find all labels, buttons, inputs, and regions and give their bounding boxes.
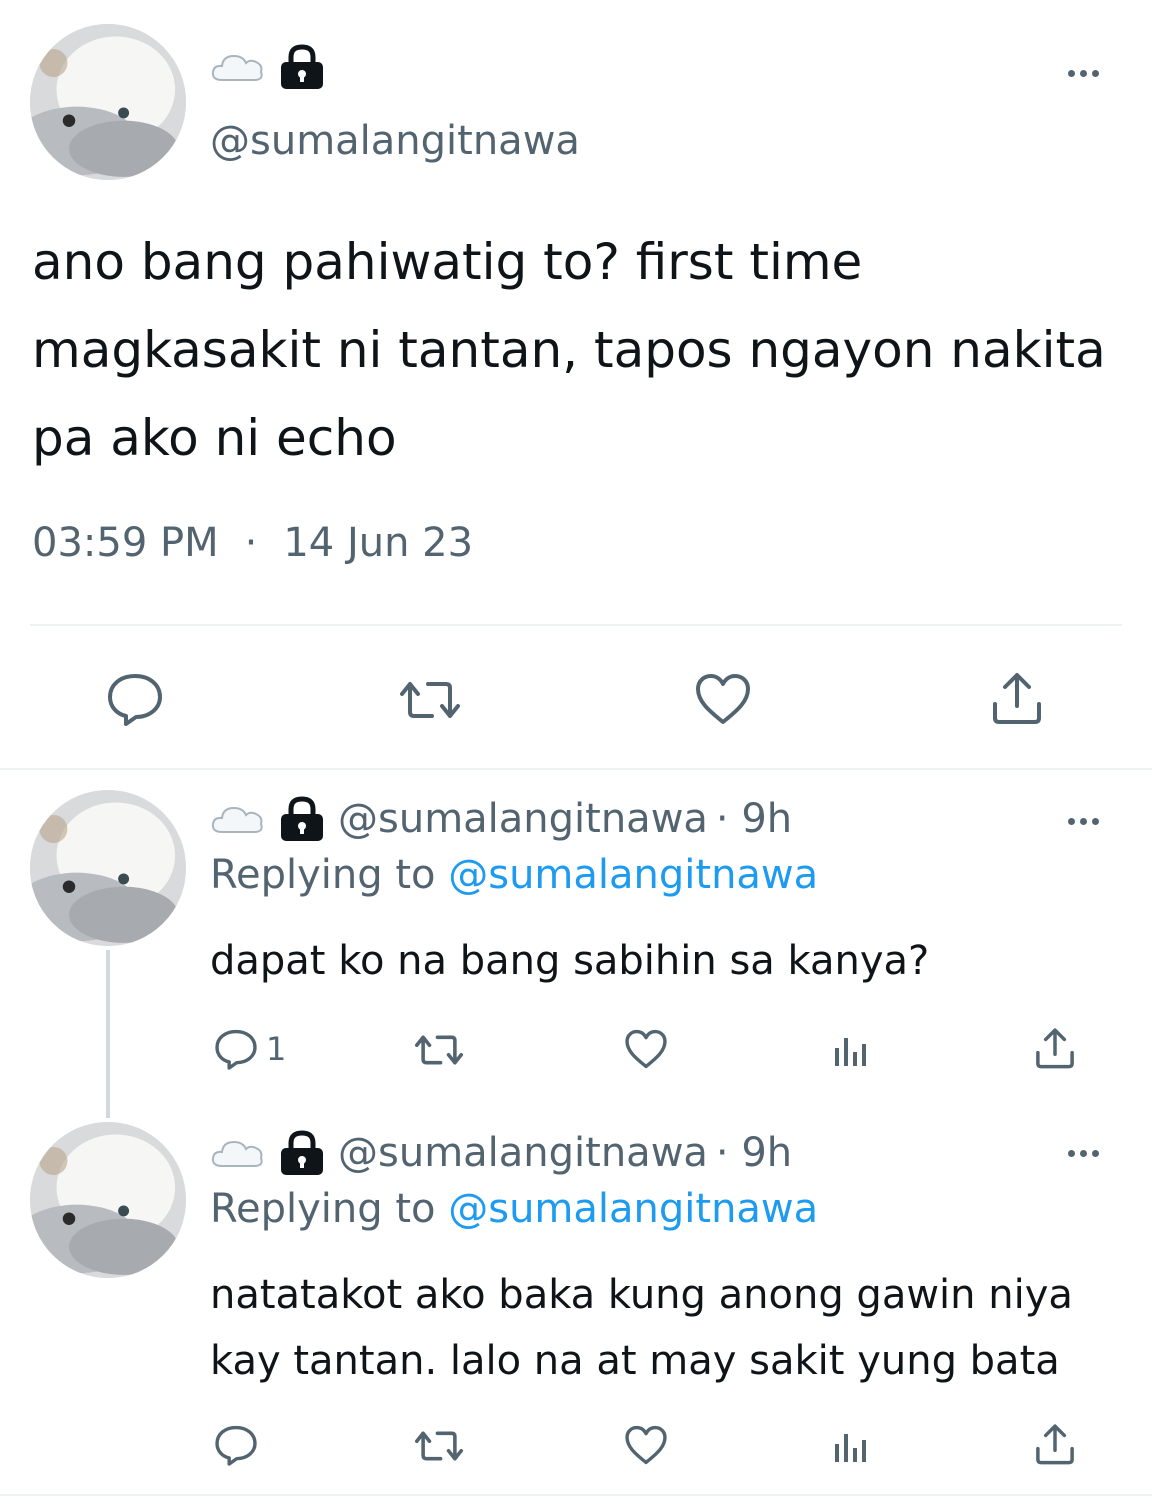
reply-button[interactable] xyxy=(214,1424,266,1466)
retweet-button[interactable] xyxy=(412,1428,466,1464)
replying-to: Replying to @sumalangitnawa xyxy=(210,852,818,898)
replying-prefix: Replying to xyxy=(210,852,436,898)
dog-avatar-image xyxy=(30,24,186,180)
views-button[interactable] xyxy=(832,1030,870,1068)
avatar[interactable] xyxy=(30,1122,186,1278)
reply-text: natatakot ako baka kung anong gawin niya… xyxy=(210,1272,1086,1384)
cloud-icon xyxy=(210,802,266,836)
reply-handle[interactable]: @sumalangitnawa xyxy=(338,1130,708,1176)
share-button[interactable] xyxy=(990,670,1044,726)
reply-icon xyxy=(215,1029,257,1070)
tweet-timestamp[interactable]: 03:59 PM · 14 Jun 23 xyxy=(32,520,473,566)
section-divider xyxy=(0,768,1152,770)
retweet-button[interactable] xyxy=(396,678,464,722)
divider xyxy=(30,624,1122,626)
more-icon[interactable] xyxy=(1068,70,1099,77)
share-button[interactable] xyxy=(1034,1026,1076,1070)
like-button[interactable] xyxy=(694,672,752,726)
like-icon xyxy=(625,1425,667,1465)
avatar[interactable] xyxy=(30,790,186,946)
reply-button[interactable]: 1 xyxy=(214,1028,286,1070)
replying-to: Replying to @sumalangitnawa xyxy=(210,1186,818,1232)
tweet-time: 03:59 PM xyxy=(32,520,219,566)
retweet-icon xyxy=(400,682,460,718)
reply-header: @sumalangitnawa · 9h xyxy=(210,796,792,842)
share-button[interactable] xyxy=(1034,1422,1076,1466)
views-button[interactable] xyxy=(832,1426,870,1464)
analytics-icon xyxy=(835,1038,866,1066)
share-icon xyxy=(1036,1028,1074,1069)
retweet-icon xyxy=(414,1035,464,1065)
reply-button[interactable] xyxy=(106,672,164,726)
replying-prefix: Replying to xyxy=(210,1186,436,1232)
avatar[interactable] xyxy=(30,24,186,180)
analytics-icon xyxy=(835,1434,866,1462)
retweet-icon xyxy=(414,1431,464,1461)
like-button[interactable] xyxy=(624,1424,668,1466)
like-button[interactable] xyxy=(624,1028,668,1070)
timestamp-separator: · xyxy=(244,520,258,566)
like-icon xyxy=(696,674,750,724)
retweet-button[interactable] xyxy=(412,1032,466,1068)
share-icon xyxy=(993,673,1041,724)
reply-icon xyxy=(215,1425,257,1466)
reply-icon xyxy=(108,674,162,726)
reply-handle[interactable]: @sumalangitnawa xyxy=(338,796,708,842)
reply-text: dapat ko na bang sabihin sa kanya? xyxy=(210,938,930,984)
dog-avatar-image xyxy=(30,790,186,946)
cloud-icon xyxy=(210,50,266,84)
reply-age: · 9h xyxy=(715,796,793,842)
more-icon[interactable] xyxy=(1068,818,1099,825)
dog-avatar-image xyxy=(30,1122,186,1278)
bottom-divider xyxy=(0,1494,1152,1496)
thread-line xyxy=(106,950,110,1118)
replying-mention-link[interactable]: @sumalangitnawa xyxy=(448,852,818,898)
reply-age: · 9h xyxy=(715,1130,793,1176)
lock-icon xyxy=(278,1130,326,1176)
share-icon xyxy=(1036,1424,1074,1465)
reply-header: @sumalangitnawa · 9h xyxy=(210,1130,792,1176)
author-handle[interactable]: @sumalangitnawa xyxy=(210,118,580,164)
replying-mention-link[interactable]: @sumalangitnawa xyxy=(448,1186,818,1232)
cloud-icon xyxy=(210,1136,266,1170)
tweet-text: ano bang pahiwatig to? first time magkas… xyxy=(32,233,1122,467)
like-icon xyxy=(625,1029,667,1069)
tweet-date: 14 Jun 23 xyxy=(283,520,474,566)
lock-icon xyxy=(278,796,326,842)
user-emoji-row xyxy=(210,44,326,90)
lock-icon xyxy=(278,44,326,90)
more-icon[interactable] xyxy=(1068,1150,1099,1157)
reply-count: 1 xyxy=(266,1030,287,1068)
